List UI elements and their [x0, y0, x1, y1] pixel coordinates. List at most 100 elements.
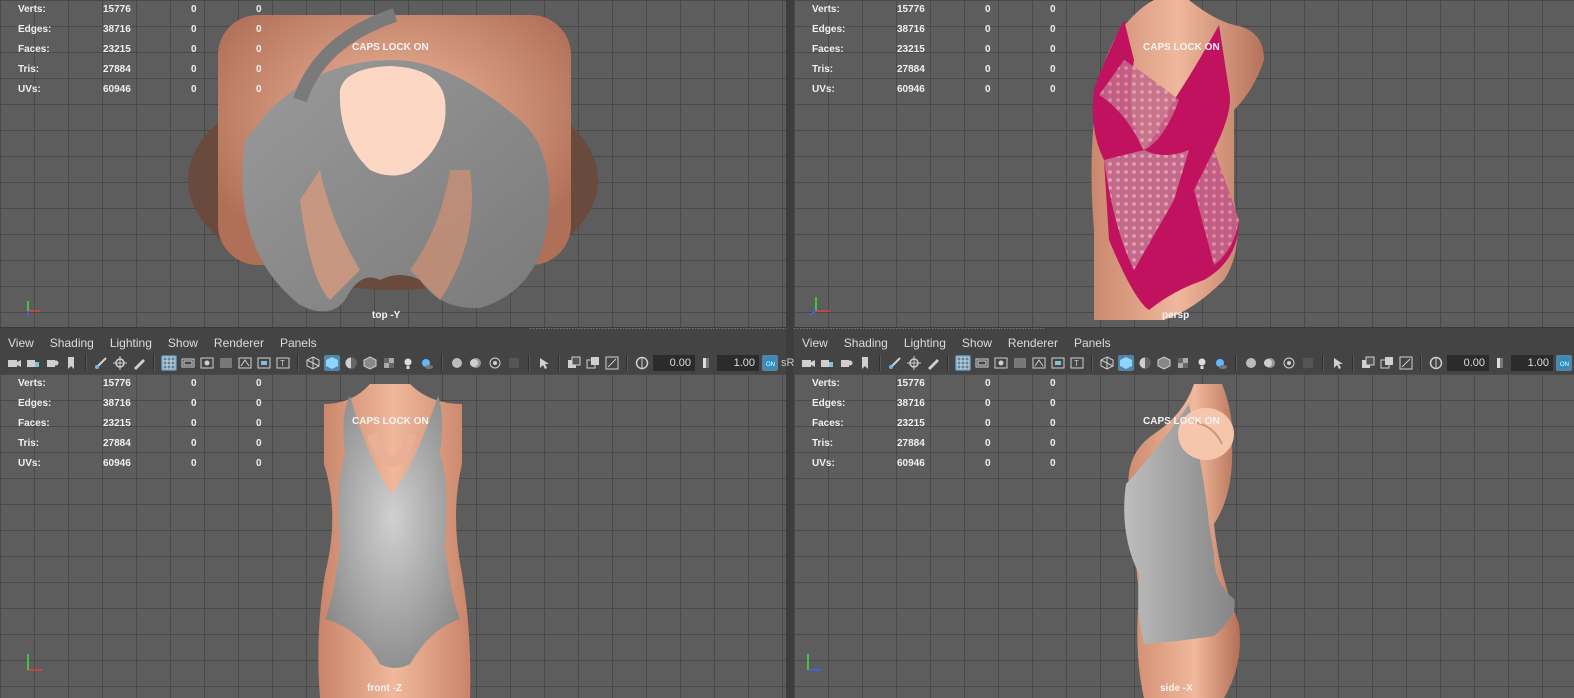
- depth-of-field-icon[interactable]: [1300, 355, 1316, 371]
- shadows-icon[interactable]: [1213, 355, 1229, 371]
- isolate-select-icon[interactable]: [1330, 355, 1346, 371]
- field-chart-icon[interactable]: [1031, 355, 1047, 371]
- viewport-top[interactable]: Verts: 15776 0 0 Edges: 38716 0 0 Faces: 23215 0 0 T…: [0, 0, 786, 327]
- hud-value: 0: [1050, 84, 1056, 95]
- anti-alias-icon[interactable]: [487, 355, 503, 371]
- two-d-pan-icon[interactable]: [112, 355, 128, 371]
- camera-attr-icon[interactable]: [44, 355, 60, 371]
- resolution-gate-icon[interactable]: [199, 355, 215, 371]
- menu-lighting[interactable]: Lighting: [896, 334, 954, 352]
- camera-lock-icon[interactable]: [819, 355, 835, 371]
- menu-view[interactable]: View: [794, 334, 836, 352]
- hud-value: 0: [1050, 24, 1056, 35]
- resolution-gate-icon[interactable]: [993, 355, 1009, 371]
- field-chart-icon[interactable]: [237, 355, 253, 371]
- image-plane-icon[interactable]: [887, 355, 903, 371]
- wireframe-icon[interactable]: [305, 355, 321, 371]
- camera-attr-icon[interactable]: [838, 355, 854, 371]
- hud-label: Edges:: [812, 398, 846, 409]
- xray-joints-icon[interactable]: [1398, 355, 1414, 371]
- hud-label: Faces:: [812, 418, 844, 429]
- hud-value: 15776: [103, 4, 131, 15]
- safe-action-icon[interactable]: [1050, 355, 1066, 371]
- hud-value: 60946: [897, 84, 925, 95]
- hud-value: 0: [1050, 398, 1056, 409]
- hud-value: 0: [1050, 438, 1056, 449]
- smooth-shade-icon[interactable]: [324, 355, 340, 371]
- gate-mask-icon[interactable]: [218, 355, 234, 371]
- gamma-field[interactable]: 1.00: [717, 355, 759, 371]
- gate-mask-icon[interactable]: [1012, 355, 1028, 371]
- hud-value: 0: [256, 398, 262, 409]
- menu-lighting[interactable]: Lighting: [102, 334, 160, 352]
- two-d-pan-icon[interactable]: [906, 355, 922, 371]
- xray-joints-icon[interactable]: [604, 355, 620, 371]
- grid-icon[interactable]: [161, 355, 177, 371]
- menu-panels[interactable]: Panels: [272, 334, 325, 352]
- screen-space-ao-icon[interactable]: [449, 355, 465, 371]
- hud-value: 0: [1050, 4, 1056, 15]
- anti-alias-icon[interactable]: [1281, 355, 1297, 371]
- safe-action-icon[interactable]: [256, 355, 272, 371]
- panel-toolbar-front: View Shading Lighting Show Renderer Panels T 0…: [0, 327, 794, 375]
- film-gate-icon[interactable]: [180, 355, 196, 371]
- xray-active-icon[interactable]: [585, 355, 601, 371]
- axis-gizmo-icon: [27, 654, 42, 671]
- wireframe-icon[interactable]: [1099, 355, 1115, 371]
- hud-value: 0: [256, 44, 262, 55]
- gamma-field[interactable]: 1.00: [1511, 355, 1553, 371]
- lighting-icon[interactable]: [1194, 355, 1210, 371]
- bookmark-icon[interactable]: [63, 355, 79, 371]
- smooth-shade-icon[interactable]: [1118, 355, 1134, 371]
- textured-icon[interactable]: [1175, 355, 1191, 371]
- menu-show[interactable]: Show: [160, 334, 206, 352]
- color-management-icon[interactable]: ON: [1556, 355, 1572, 371]
- isolate-select-icon[interactable]: [536, 355, 552, 371]
- gamma-icon[interactable]: [698, 355, 714, 371]
- viewport-front[interactable]: Verts: 15776 0 0 Edges: 38716 0 0 Faces: 23215 0 0 T…: [0, 374, 786, 698]
- grease-pencil-icon[interactable]: [925, 355, 941, 371]
- xray-icon[interactable]: [566, 355, 582, 371]
- camera-icon[interactable]: [6, 355, 22, 371]
- safe-title-icon[interactable]: T: [1069, 355, 1085, 371]
- menu-renderer[interactable]: Renderer: [206, 334, 272, 352]
- shadows-icon[interactable]: [419, 355, 435, 371]
- menu-shading[interactable]: Shading: [42, 334, 102, 352]
- menu-panels[interactable]: Panels: [1066, 334, 1119, 352]
- menu-shading[interactable]: Shading: [836, 334, 896, 352]
- exposure-icon[interactable]: [1428, 355, 1444, 371]
- textured-icon[interactable]: [381, 355, 397, 371]
- pane-divider[interactable]: [786, 0, 794, 698]
- image-plane-icon[interactable]: [93, 355, 109, 371]
- default-material-icon[interactable]: [1137, 355, 1153, 371]
- grease-pencil-icon[interactable]: [131, 355, 147, 371]
- film-gate-icon[interactable]: [974, 355, 990, 371]
- viewport-persp[interactable]: Verts: 15776 0 0 Edges: 38716 0 0 Faces: 23215 0 0 T…: [794, 0, 1574, 327]
- exposure-field[interactable]: 0.00: [1447, 355, 1489, 371]
- lighting-icon[interactable]: [400, 355, 416, 371]
- depth-of-field-icon[interactable]: [506, 355, 522, 371]
- xray-active-icon[interactable]: [1379, 355, 1395, 371]
- color-management-icon[interactable]: ON: [762, 355, 778, 371]
- default-material-icon[interactable]: [343, 355, 359, 371]
- hud-value: 0: [985, 438, 991, 449]
- bookmark-icon[interactable]: [857, 355, 873, 371]
- gamma-icon[interactable]: [1492, 355, 1508, 371]
- grid-icon[interactable]: [955, 355, 971, 371]
- viewport-side[interactable]: Verts: 15776 0 0 Edges: 38716 0 0 Faces: 23215 0 0 T…: [794, 374, 1574, 698]
- color-space-label[interactable]: sR: [781, 357, 794, 369]
- menu-view[interactable]: View: [0, 334, 42, 352]
- menu-show[interactable]: Show: [954, 334, 1000, 352]
- motion-blur-icon[interactable]: [468, 355, 484, 371]
- exposure-icon[interactable]: [634, 355, 650, 371]
- exposure-field[interactable]: 0.00: [653, 355, 695, 371]
- motion-blur-icon[interactable]: [1262, 355, 1278, 371]
- screen-space-ao-icon[interactable]: [1243, 355, 1259, 371]
- safe-title-icon[interactable]: T: [275, 355, 291, 371]
- wireframe-on-shaded-icon[interactable]: [1156, 355, 1172, 371]
- wireframe-on-shaded-icon[interactable]: [362, 355, 378, 371]
- camera-lock-icon[interactable]: [25, 355, 41, 371]
- xray-icon[interactable]: [1360, 355, 1376, 371]
- menu-renderer[interactable]: Renderer: [1000, 334, 1066, 352]
- camera-icon[interactable]: [800, 355, 816, 371]
